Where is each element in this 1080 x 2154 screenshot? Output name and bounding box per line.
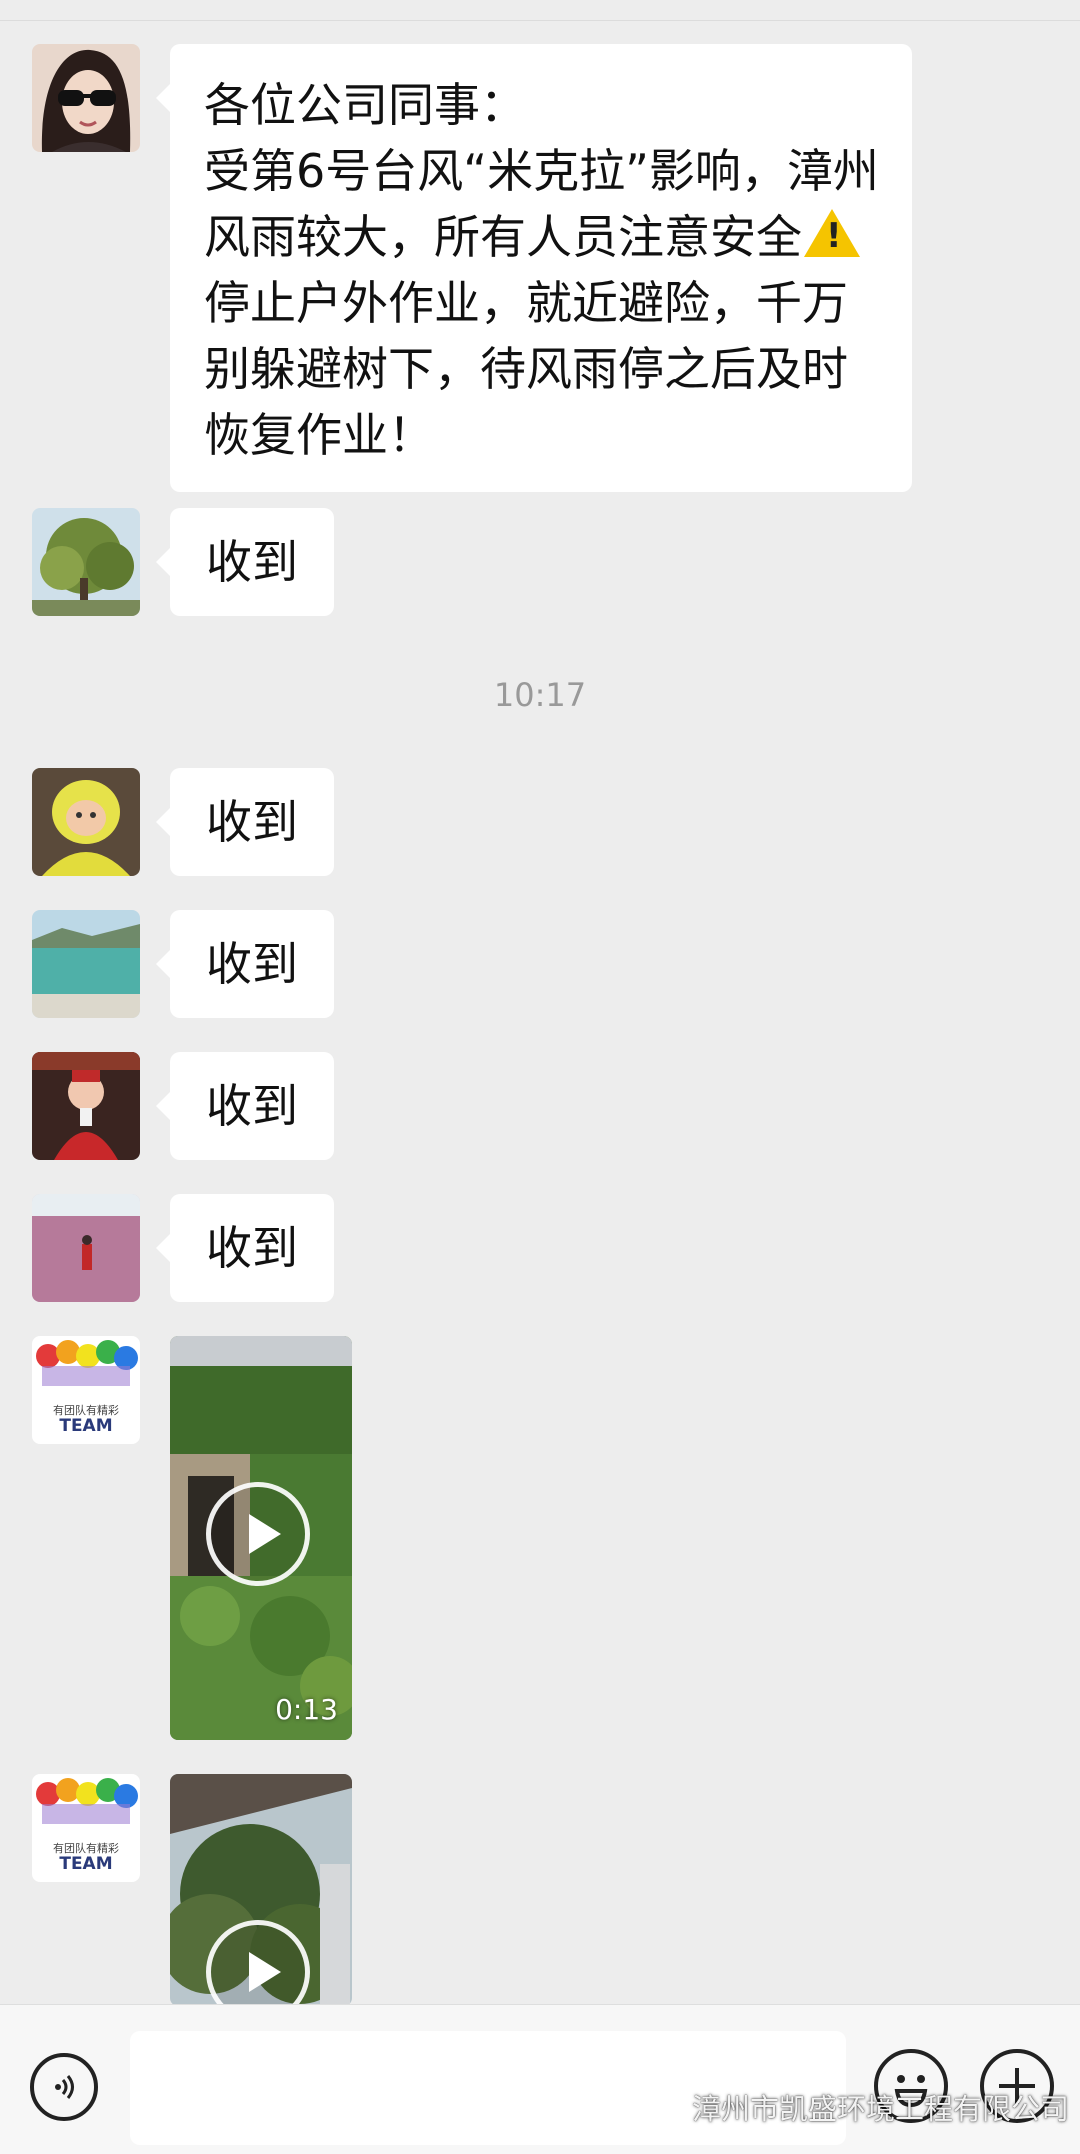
chat-screen: 各位公司同事： 受第6号台风“米克拉”影响，漳州 风雨较大，所有人员注意安全! …	[0, 0, 1080, 2154]
message-bubble[interactable]: 收到	[156, 1052, 334, 1160]
announcement-bubble[interactable]: 各位公司同事： 受第6号台风“米克拉”影响，漳州 风雨较大，所有人员注意安全! …	[156, 44, 912, 492]
avatar-flower-field[interactable]	[32, 1194, 140, 1302]
announcement-line: 各位公司同事：	[204, 78, 526, 132]
avatar-god-of-wealth[interactable]	[32, 1052, 140, 1160]
avatar-team-logo[interactable]: 有团队有精彩 TEAM	[32, 1336, 140, 1444]
message-bubble[interactable]: 收到	[156, 768, 334, 876]
top-divider	[0, 0, 1080, 21]
video-duration: 0:13	[275, 1693, 338, 1726]
play-icon[interactable]	[206, 1482, 310, 1586]
message-bubble[interactable]: 收到	[156, 910, 334, 1018]
announcement-line: 别躲避树下，待风雨停之后及时	[204, 342, 848, 396]
team-avatar-text: TEAM	[59, 1416, 113, 1436]
avatar-woman-sunglasses[interactable]	[32, 44, 140, 152]
video-message[interactable]: 0:13	[170, 1336, 352, 1740]
avatar-child-yellow-hood[interactable]	[32, 768, 140, 876]
announcement-line: 受第6号台风“米克拉”影响，漳州	[204, 144, 879, 198]
announcement-line: 恢复作业！	[204, 408, 434, 462]
team-avatar-text: TEAM	[59, 1854, 113, 1874]
announcement-line: 停止户外作业，就近避险，千万	[204, 276, 848, 330]
avatar-team-logo[interactable]: 有团队有精彩 TEAM	[32, 1774, 140, 1882]
timestamp: 10:17	[493, 676, 587, 714]
announcement-line: 风雨较大，所有人员注意安全!	[204, 204, 878, 270]
message-bubble[interactable]: 收到	[156, 1194, 334, 1302]
warning-icon: !	[804, 209, 860, 257]
message-bubble[interactable]: 收到	[156, 508, 334, 616]
video-message[interactable]	[170, 1774, 352, 2006]
avatar-tree[interactable]	[32, 508, 140, 616]
avatar-lake[interactable]	[32, 910, 140, 1018]
watermark: 漳州市凯盛环境工程有限公司	[646, 2086, 1069, 2132]
voice-icon[interactable]	[30, 2053, 98, 2121]
watermark-text: 漳州市凯盛环境工程有限公司	[692, 2092, 1070, 2126]
wechat-icon	[646, 2088, 686, 2134]
